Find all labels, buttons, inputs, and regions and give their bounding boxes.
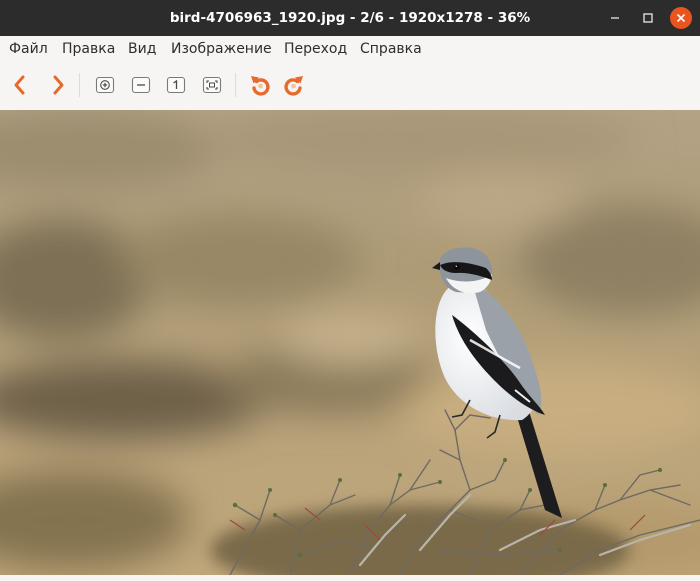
window-title: bird-4706963_1920.jpg - 2/6 - 1920x1278 …	[169, 10, 531, 26]
menu-help[interactable]: Справка	[360, 40, 422, 58]
toolbar-separator	[79, 73, 80, 97]
zoom-fit-icon	[202, 76, 222, 94]
rotate-left-button[interactable]	[246, 71, 274, 99]
best-fit-button[interactable]	[198, 71, 226, 99]
zoom-out-button[interactable]	[127, 71, 155, 99]
maximize-button[interactable]	[636, 6, 660, 30]
menu-go[interactable]: Переход	[284, 40, 347, 58]
chevron-right-icon	[53, 75, 64, 95]
zoom-in-icon	[95, 76, 115, 94]
close-icon	[676, 13, 686, 23]
next-image-button[interactable]	[44, 71, 72, 99]
statusbar	[0, 575, 700, 581]
close-button[interactable]	[670, 7, 692, 29]
rotate-right-button[interactable]	[280, 71, 308, 99]
zoom-in-button[interactable]	[91, 71, 119, 99]
previous-image-button[interactable]	[6, 71, 34, 99]
rotate-left-icon	[251, 76, 270, 96]
menu-image[interactable]: Изображение	[171, 40, 272, 58]
toolbar-separator	[235, 73, 236, 97]
original-size-button[interactable]	[162, 71, 190, 99]
maximize-icon	[643, 13, 653, 23]
rotate-right-icon	[284, 76, 303, 96]
photo-bird	[0, 110, 700, 575]
zoom-out-icon	[131, 76, 151, 94]
minimize-icon	[611, 17, 619, 19]
window-titlebar: bird-4706963_1920.jpg - 2/6 - 1920x1278 …	[0, 0, 700, 36]
menu-view[interactable]: Вид	[128, 40, 156, 58]
menubar: Файл Правка Вид Изображение Переход Спра…	[0, 36, 700, 61]
menu-edit[interactable]: Правка	[62, 40, 115, 58]
minimize-button[interactable]	[603, 6, 627, 30]
zoom-original-icon	[166, 76, 186, 94]
toolbar	[0, 61, 700, 111]
image-view[interactable]	[0, 110, 700, 575]
chevron-left-icon	[14, 75, 25, 95]
menu-file[interactable]: Файл	[9, 40, 48, 58]
